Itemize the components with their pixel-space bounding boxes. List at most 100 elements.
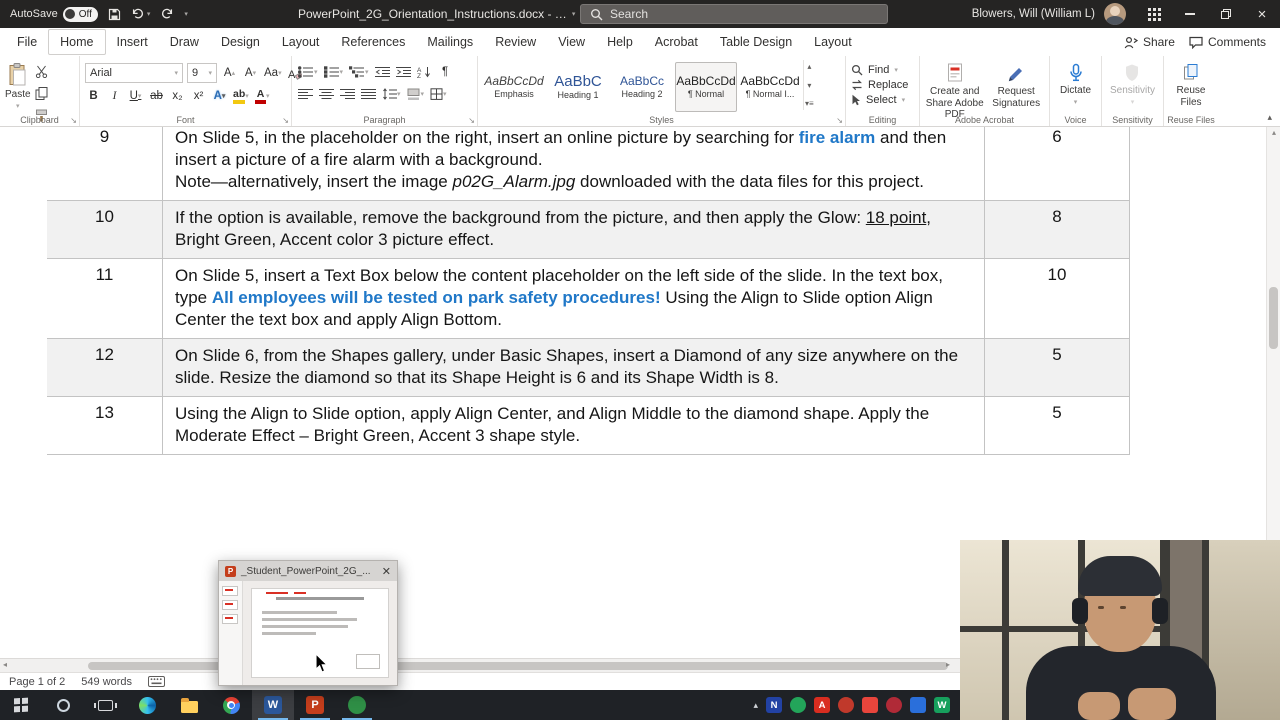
font-dialog-launcher[interactable]: ↘: [282, 116, 289, 125]
paste-button[interactable]: Paste ▾: [5, 60, 31, 110]
styles-dialog-launcher[interactable]: ↘: [836, 116, 843, 125]
scroll-left-arrow[interactable]: ◂: [3, 660, 7, 669]
tab-table-design[interactable]: Table Design: [709, 30, 803, 54]
edge-taskbar-button[interactable]: [126, 690, 168, 720]
shrink-font-button[interactable]: A ▾: [242, 64, 259, 82]
style-gallery-up-button[interactable]: ▴: [805, 62, 814, 71]
tab-layout-2[interactable]: Layout: [803, 30, 863, 54]
style-normal[interactable]: AaBbCcDd ¶ Normal: [675, 62, 737, 112]
sort-button[interactable]: AZ: [416, 63, 433, 81]
dictate-button[interactable]: Dictate ▾: [1060, 60, 1091, 106]
teal-tray-icon[interactable]: W: [934, 697, 950, 713]
adobe-acrobat-tray-icon[interactable]: A: [814, 697, 830, 713]
task-view-button[interactable]: [84, 690, 126, 720]
highlight-color-button[interactable]: ab ▾: [232, 87, 250, 105]
tab-design[interactable]: Design: [210, 30, 271, 54]
font-size-select[interactable]: 9 ▾: [187, 63, 217, 83]
account-name[interactable]: Blowers, Will (William L): [972, 8, 1095, 20]
tab-layout[interactable]: Layout: [271, 30, 331, 54]
quick-access-chevron[interactable]: ▾: [184, 11, 188, 18]
request-signatures-button[interactable]: Request Signatures: [988, 60, 1044, 109]
minimize-button[interactable]: [1172, 0, 1208, 28]
multilevel-list-button[interactable]: ▾: [348, 63, 370, 81]
increase-indent-button[interactable]: [395, 63, 412, 81]
horizontal-scroll-thumb[interactable]: [88, 662, 948, 670]
grow-font-button[interactable]: A ▴: [221, 64, 238, 82]
search-input[interactable]: Search: [580, 4, 888, 24]
sensitivity-button[interactable]: Sensitivity ▾: [1110, 60, 1155, 106]
justify-button[interactable]: [360, 85, 377, 103]
scroll-right-arrow[interactable]: ▸: [946, 660, 950, 669]
align-left-button[interactable]: [297, 85, 314, 103]
style-heading-2[interactable]: AaBbCc Heading 2: [611, 62, 673, 112]
vertical-scroll-thumb[interactable]: [1269, 287, 1278, 349]
tab-review[interactable]: Review: [484, 30, 547, 54]
tab-draw[interactable]: Draw: [159, 30, 210, 54]
paste-dropdown-chevron[interactable]: ▾: [16, 103, 20, 110]
tab-view[interactable]: View: [547, 30, 596, 54]
bold-button[interactable]: B: [85, 87, 102, 105]
undo-button[interactable]: ▾: [131, 8, 151, 20]
tab-help[interactable]: Help: [596, 30, 644, 54]
file-explorer-button[interactable]: [168, 690, 210, 720]
undo-dropdown-chevron[interactable]: ▾: [147, 11, 151, 18]
popup-title-bar[interactable]: P _Student_PowerPoint_2G_... ✕: [219, 561, 397, 581]
powerpoint-taskbar-icon[interactable]: P: [294, 690, 336, 720]
autosave-toggle[interactable]: AutoSave Off: [10, 6, 98, 22]
decrease-indent-button[interactable]: [374, 63, 391, 81]
close-button[interactable]: ×: [1244, 0, 1280, 28]
font-name-select[interactable]: Arial ▾: [85, 63, 183, 83]
red-tray-icon-3[interactable]: [886, 697, 902, 713]
subscript-button[interactable]: x₂: [169, 87, 186, 105]
green-tray-icon[interactable]: [790, 697, 806, 713]
text-effects-button[interactable]: A ▾: [211, 87, 228, 105]
search-taskbar-button[interactable]: [42, 690, 84, 720]
style-emphasis[interactable]: AaBbCcDd Emphasis: [483, 62, 545, 112]
hidden-icons-chevron[interactable]: ▴: [753, 700, 758, 711]
show-formatting-button[interactable]: ¶: [437, 63, 454, 81]
comments-button[interactable]: Comments: [1189, 35, 1266, 49]
repeat-button[interactable]: [160, 8, 174, 20]
share-button[interactable]: Share: [1124, 35, 1175, 49]
blue-tray-icon[interactable]: [910, 697, 926, 713]
chrome-button[interactable]: [210, 690, 252, 720]
red-tray-icon-1[interactable]: [838, 697, 854, 713]
style-normal-i[interactable]: AaBbCcDd ¶ Normal I...: [739, 62, 801, 112]
align-right-button[interactable]: [339, 85, 356, 103]
italic-button[interactable]: I: [106, 87, 123, 105]
numbering-button[interactable]: ▾: [323, 63, 345, 81]
cut-button[interactable]: [35, 65, 48, 83]
page-indicator[interactable]: Page 1 of 2: [9, 676, 65, 688]
start-button[interactable]: [0, 690, 42, 720]
tab-home[interactable]: Home: [48, 29, 106, 55]
line-spacing-button[interactable]: ▾: [381, 85, 402, 103]
word-taskbar-icon[interactable]: W: [252, 690, 294, 720]
green-app-taskbar-icon[interactable]: [336, 690, 378, 720]
reuse-files-button[interactable]: Reuse Files: [1169, 60, 1213, 108]
ribbon-display-options-button[interactable]: [1136, 0, 1172, 28]
collapse-ribbon-button[interactable]: ▴: [1267, 112, 1272, 123]
title-dropdown-chevron[interactable]: ▾: [572, 11, 576, 18]
tab-mailings[interactable]: Mailings: [416, 30, 484, 54]
find-button[interactable]: Find ▾: [851, 64, 908, 76]
borders-button[interactable]: ▾: [429, 85, 448, 103]
tab-acrobat[interactable]: Acrobat: [644, 30, 709, 54]
tab-insert[interactable]: Insert: [106, 30, 159, 54]
font-color-button[interactable]: A ▾: [254, 87, 271, 105]
style-gallery-down-button[interactable]: ▾: [805, 81, 814, 90]
clipboard-dialog-launcher[interactable]: ↘: [70, 116, 77, 125]
tab-references[interactable]: References: [330, 30, 416, 54]
select-button[interactable]: Select ▾: [851, 94, 908, 106]
restore-button[interactable]: [1208, 0, 1244, 28]
style-heading-1[interactable]: AaBbC Heading 1: [547, 62, 609, 112]
avatar[interactable]: [1104, 3, 1126, 25]
copy-button[interactable]: [35, 87, 48, 105]
strikethrough-button[interactable]: ab: [148, 87, 165, 105]
onenote-tray-icon[interactable]: N: [766, 697, 782, 713]
paragraph-dialog-launcher[interactable]: ↘: [468, 116, 475, 125]
style-gallery-more-button[interactable]: ▾≡: [805, 99, 814, 108]
change-case-button[interactable]: Aa ▾: [263, 64, 283, 82]
keyboard-status-icon[interactable]: [148, 676, 166, 687]
red-tray-icon-2[interactable]: [862, 697, 878, 713]
replace-button[interactable]: Replace: [851, 79, 908, 91]
